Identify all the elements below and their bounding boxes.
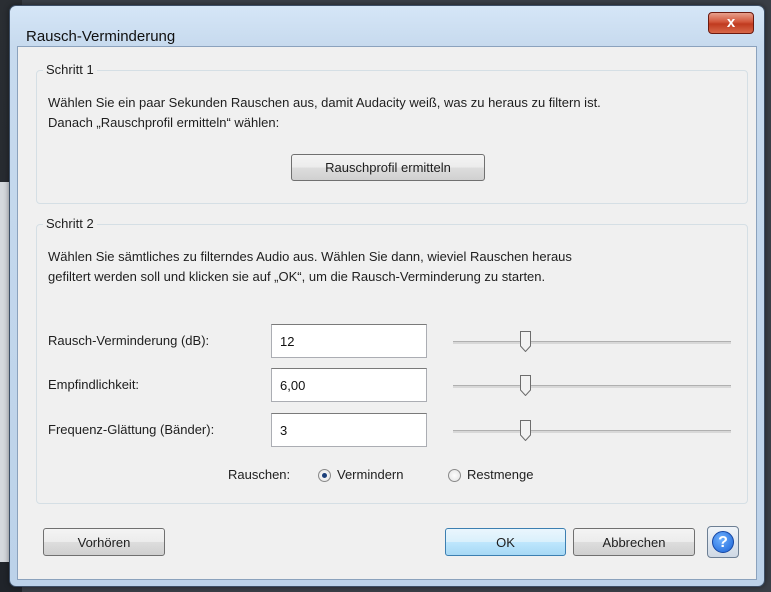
sensitivity-input[interactable] [271,368,427,402]
noise-reduction-input[interactable] [271,324,427,358]
step2-text-line2: gefiltert werden soll und klicken sie au… [48,269,546,284]
slider-thumb[interactable] [520,420,531,441]
noise-reduction-slider[interactable] [453,331,731,352]
step2-text-line1: Wählen Sie sämtliches zu filterndes Audi… [48,249,572,264]
frequency-smoothing-input[interactable] [271,413,427,447]
slider-thumb[interactable] [520,331,531,352]
dialog-client-area: Schritt 1 Wählen Sie ein paar Sekunden R… [17,46,757,580]
step2-group: Schritt 2 Wählen Sie sämtliches zu filte… [36,216,748,504]
sensitivity-slider[interactable] [453,375,731,396]
slider-track [453,385,731,388]
frequency-smoothing-label: Frequenz-Glättung (Bänder): [48,422,215,437]
slider-thumb[interactable] [520,375,531,396]
ok-button[interactable]: OK [445,528,566,556]
close-icon: x [726,14,736,31]
step1-text-line2: Danach „Rauschprofil ermitteln“ wählen: [48,115,280,130]
noise-reduction-label: Rausch-Verminderung (dB): [48,333,210,348]
frequency-smoothing-slider[interactable] [453,420,731,441]
residue-radio-label[interactable]: Restmenge [467,465,533,485]
noise-mode-label: Rauschen: [228,467,291,482]
step1-text-line1: Wählen Sie ein paar Sekunden Rauschen au… [48,95,601,110]
get-noise-profile-button[interactable]: Rauschprofil ermitteln [291,154,485,181]
cancel-button[interactable]: Abbrechen [573,528,695,556]
step1-group: Schritt 1 Wählen Sie ein paar Sekunden R… [36,62,748,204]
close-button[interactable]: x [708,12,754,34]
slider-track [453,430,731,433]
preview-button[interactable]: Vorhören [43,528,165,556]
sensitivity-label: Empfindlichkeit: [48,377,140,392]
help-icon: ? [712,531,734,553]
help-button[interactable]: ? [707,526,739,558]
slider-track [453,341,731,344]
step2-legend: Schritt 2 [43,216,97,231]
reduce-radio-label[interactable]: Vermindern [337,465,403,485]
window-title: Rausch-Verminderung [26,28,176,45]
noise-reduction-dialog: Rausch-Verminderung x Schritt 1 Wählen S… [9,5,765,587]
reduce-radio[interactable] [318,469,331,482]
step1-legend: Schritt 1 [43,62,97,77]
residue-radio[interactable] [448,469,461,482]
